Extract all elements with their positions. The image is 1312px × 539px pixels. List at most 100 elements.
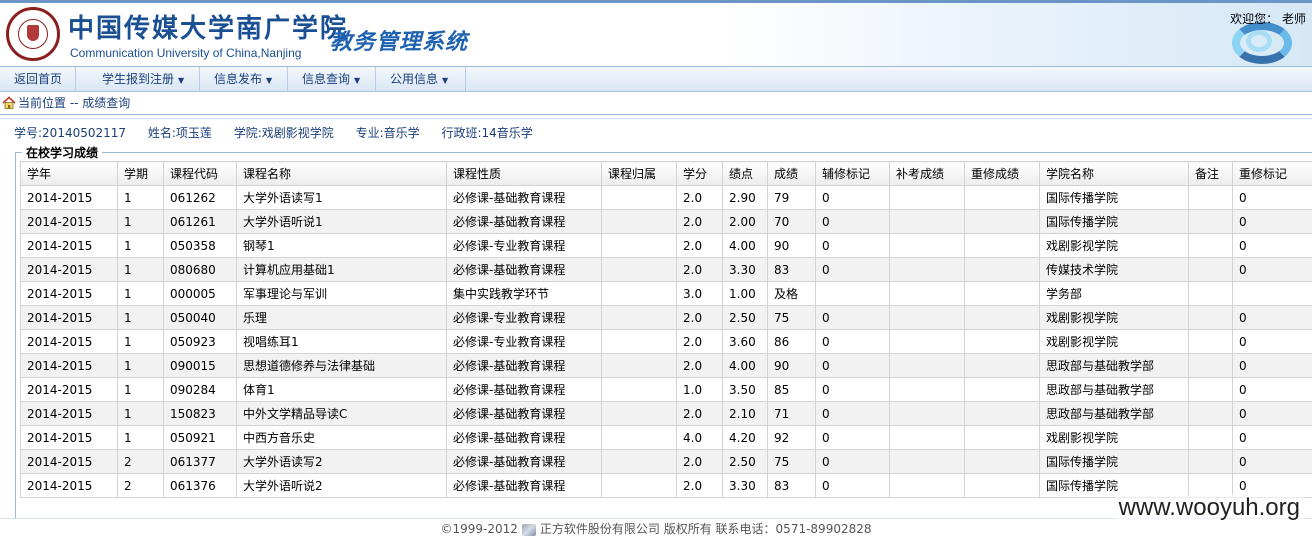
table-cell: 必修课-专业教育课程 (447, 306, 602, 330)
table-cell: 1 (118, 186, 164, 210)
table-cell: 乐理 (237, 306, 447, 330)
nav-item-public-info[interactable]: 公用信息▼ (376, 67, 466, 91)
table-cell: 0 (1233, 450, 1312, 474)
table-body: 2014-20151061262大学外语读写1必修课-基础教育课程2.02.90… (21, 186, 1312, 498)
table-cell: 必修课-专业教育课程 (447, 234, 602, 258)
table-cell: 2014-2015 (21, 210, 118, 234)
table-cell (890, 474, 965, 498)
column-header: 课程归属 (602, 162, 677, 186)
table-cell (602, 210, 677, 234)
table-cell: 061376 (164, 474, 237, 498)
table-cell (1189, 378, 1233, 402)
table-cell: 0 (1233, 234, 1312, 258)
table-cell (1189, 402, 1233, 426)
table-cell (602, 282, 677, 306)
table-cell: 050040 (164, 306, 237, 330)
nav-item-query[interactable]: 信息查询▼ (288, 67, 376, 91)
table-cell: 计算机应用基础1 (237, 258, 447, 282)
table-cell: 2.10 (723, 402, 768, 426)
table-cell: 2.0 (677, 186, 723, 210)
table-cell: 国际传播学院 (1040, 210, 1189, 234)
table-row: 2014-20151050358钢琴1必修课-专业教育课程2.04.00900戏… (21, 234, 1312, 258)
table-row: 2014-20151090015思想道德修养与法律基础必修课-基础教育课程2.0… (21, 354, 1312, 378)
table-cell: 1 (118, 426, 164, 450)
table-cell (1189, 330, 1233, 354)
column-header: 辅修标记 (816, 162, 890, 186)
main-nav: 返回首页 学生报到注册▼ 信息发布▼ 信息查询▼ 公用信息▼ (0, 67, 1312, 92)
table-cell (890, 402, 965, 426)
table-cell: 2.0 (677, 306, 723, 330)
table-cell (890, 426, 965, 450)
table-cell: 79 (768, 186, 816, 210)
table-cell: 大学外语听说2 (237, 474, 447, 498)
table-cell: 必修课-基础教育课程 (447, 474, 602, 498)
table-cell (602, 402, 677, 426)
table-cell: 2.90 (723, 186, 768, 210)
breadcrumb: 当前位置 -- 成绩查询 (0, 92, 1312, 115)
table-cell: 090284 (164, 378, 237, 402)
table-cell: 4.00 (723, 354, 768, 378)
table-row: 2014-20152061377大学外语读写2必修课-基础教育课程2.02.50… (21, 450, 1312, 474)
table-cell (602, 258, 677, 282)
table-cell: 061262 (164, 186, 237, 210)
table-cell (816, 282, 890, 306)
table-cell (890, 354, 965, 378)
university-name-en: Communication University of China,Nanjin… (70, 46, 301, 60)
table-cell: 2.0 (677, 354, 723, 378)
table-cell: 2014-2015 (21, 306, 118, 330)
table-cell: 0 (1233, 186, 1312, 210)
footer-company: 正方软件股份有限公司 版权所有 联系电话：0571-89902828 (540, 522, 872, 536)
table-cell: 4.20 (723, 426, 768, 450)
table-cell: 0 (1233, 210, 1312, 234)
table-cell: 1 (118, 378, 164, 402)
student-info: 学号:20140502117 姓名:项玉莲 学院:戏剧影视学院 专业:音乐学 行… (14, 124, 551, 140)
table-cell: 0 (1233, 330, 1312, 354)
nav-item-registration[interactable]: 学生报到注册▼ (76, 67, 200, 91)
table-row: 2014-20151150823中外文学精品导读C必修课-基础教育课程2.02.… (21, 402, 1312, 426)
decorative-swirl-inner-icon (1246, 30, 1272, 52)
student-major: 专业:音乐学 (356, 126, 420, 140)
table-cell: 2.50 (723, 450, 768, 474)
table-cell (1233, 282, 1312, 306)
table-cell: 2014-2015 (21, 378, 118, 402)
table-cell: 0 (816, 354, 890, 378)
student-id: 学号:20140502117 (14, 126, 126, 140)
table-cell: 3.30 (723, 474, 768, 498)
table-cell (965, 282, 1040, 306)
table-cell: 090015 (164, 354, 237, 378)
table-cell: 2014-2015 (21, 426, 118, 450)
table-cell (602, 330, 677, 354)
table-cell (890, 186, 965, 210)
table-cell (965, 354, 1040, 378)
table-cell (890, 258, 965, 282)
table-cell: 2.0 (677, 450, 723, 474)
table-cell (965, 402, 1040, 426)
table-cell: 0 (816, 258, 890, 282)
table-cell: 1.0 (677, 378, 723, 402)
table-cell (1189, 282, 1233, 306)
table-cell: 050923 (164, 330, 237, 354)
table-cell: 2014-2015 (21, 402, 118, 426)
nav-item-label: 信息发布 (214, 72, 262, 86)
table-cell: 2.0 (677, 474, 723, 498)
table-cell: 必修课-基础教育课程 (447, 402, 602, 426)
table-cell (1189, 354, 1233, 378)
table-row: 2014-20151090284体育1必修课-基础教育课程1.03.50850思… (21, 378, 1312, 402)
table-cell: 1 (118, 210, 164, 234)
student-name: 姓名:项玉莲 (148, 126, 212, 140)
table-cell (890, 450, 965, 474)
table-cell (1189, 234, 1233, 258)
table-cell: 必修课-基础教育课程 (447, 378, 602, 402)
nav-item-announcements[interactable]: 信息发布▼ (200, 67, 288, 91)
table-cell: 1 (118, 330, 164, 354)
watermark: www.wooyuh.org (1115, 494, 1304, 522)
table-cell (965, 378, 1040, 402)
table-cell (602, 450, 677, 474)
home-icon (2, 96, 16, 110)
table-row: 2014-20151061262大学外语读写1必修课-基础教育课程2.02.90… (21, 186, 1312, 210)
nav-item-label: 学生报到注册 (102, 72, 174, 86)
table-cell: 3.30 (723, 258, 768, 282)
table-cell (890, 306, 965, 330)
welcome-text: 欢迎您： 老师 (1230, 10, 1306, 27)
nav-item-home[interactable]: 返回首页 (0, 67, 76, 91)
